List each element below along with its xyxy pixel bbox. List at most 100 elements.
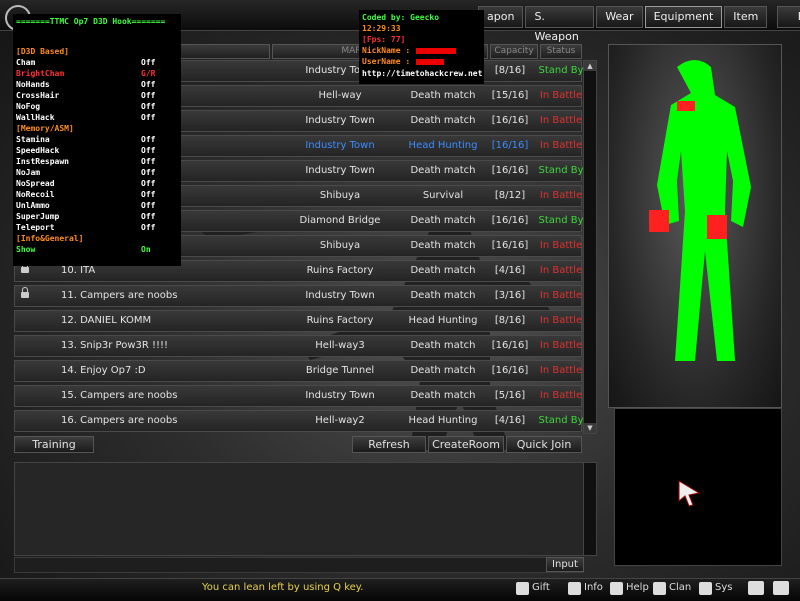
hack-credit: Coded by: Geecko — [362, 13, 440, 22]
nav-weapon[interactable]: apon — [478, 6, 524, 28]
room-name: 12. DANIEL KOMM — [61, 315, 152, 326]
help-icon — [610, 581, 623, 595]
create-room-button[interactable]: CreateRoom — [428, 436, 504, 453]
room-status: Stand By — [538, 215, 584, 226]
room-status: In Battle — [539, 240, 583, 251]
nav-equipment[interactable]: Equipment — [644, 6, 723, 28]
hack-option-label: SuperJump — [16, 212, 60, 221]
column-header-capacity[interactable]: Capacity — [490, 44, 538, 59]
hack-username: UserName : — [362, 57, 445, 66]
hack-nickname: NickName : — [362, 46, 457, 55]
hack-username-label: UserName : — [362, 57, 411, 66]
room-row[interactable]: 13. Snip3r Pow3R !!!! Hell-way3 Death matc… — [14, 335, 582, 357]
tip-text: You can lean left by using Q key. — [202, 582, 364, 593]
room-capacity: [8/16] — [494, 315, 526, 326]
input-button[interactable]: Input — [546, 557, 584, 572]
room-mode: Death match — [410, 240, 476, 251]
chat-scrollbar[interactable] — [583, 462, 597, 556]
hack-option-value: Off — [141, 223, 156, 232]
hack-option-label: InstRespawn — [16, 157, 69, 166]
training-button[interactable]: Training — [14, 436, 94, 453]
room-capacity: [16/16] — [491, 215, 529, 226]
hack-option-value: G/R — [141, 69, 156, 78]
hack-fps: [Fps: 77] — [362, 35, 406, 44]
nav-item[interactable]: Item — [724, 6, 768, 28]
gift-button[interactable]: Gift — [516, 580, 550, 596]
room-capacity: [16/16] — [491, 365, 529, 376]
room-mode: Death match — [410, 340, 476, 351]
quick-join-button[interactable]: Quick Join — [506, 436, 582, 453]
room-status: Stand By — [538, 415, 584, 426]
nav-wear[interactable]: Wear — [596, 6, 643, 28]
sys-icon — [699, 581, 712, 595]
hack-menu-title: =======TTMC Op7 D3D Hook======= — [16, 17, 166, 26]
room-capacity: [4/16] — [494, 415, 526, 426]
room-capacity: [8/16] — [494, 65, 526, 76]
room-row[interactable]: 16. Campers are noobs Hell-way2 Head Hunti… — [14, 410, 584, 432]
hack-option-label: [D3D Based] — [16, 47, 69, 56]
room-capacity: [16/16] — [491, 340, 529, 351]
hack-option-value: Off — [141, 135, 156, 144]
hack-option-label: WallHack — [16, 113, 55, 122]
hack-option-label: UnlAmmo — [16, 201, 50, 210]
scroll-up-icon[interactable]: ▲ — [584, 61, 596, 71]
room-row[interactable]: 15. Campers are noobs Industry Town Death … — [14, 385, 582, 407]
people-button[interactable] — [773, 580, 789, 596]
room-capacity: [3/16] — [494, 290, 526, 301]
room-mode: Death match — [410, 115, 476, 126]
lock-cell — [19, 286, 33, 306]
scroll-down-icon[interactable]: ▼ — [584, 423, 596, 433]
clan-icon — [653, 581, 666, 595]
hack-option-value: Off — [141, 113, 156, 122]
help-label: Help — [626, 582, 649, 593]
refresh-button[interactable]: Refresh — [352, 436, 426, 453]
room-status: In Battle — [539, 115, 583, 126]
exit-button[interactable]: Exit — [777, 6, 800, 28]
info-icon — [568, 581, 581, 595]
hack-option-value: Off — [141, 80, 156, 89]
hack-option-label: [Memory/ASM] — [16, 124, 74, 133]
chat-log — [14, 462, 584, 556]
room-mode: Death match — [410, 365, 476, 376]
room-capacity: [8/12] — [494, 190, 526, 201]
room-mode: Death match — [410, 390, 476, 401]
info-button[interactable]: Info — [568, 580, 603, 596]
hack-option-value: Off — [141, 102, 156, 111]
room-mode: Death match — [410, 90, 476, 101]
room-name: 13. Snip3r Pow3R !!!! — [61, 340, 169, 351]
hack-option-value: Off — [141, 58, 156, 67]
room-status: In Battle — [539, 390, 583, 401]
help-button[interactable]: Help — [610, 580, 649, 596]
messenger-button[interactable] — [748, 580, 764, 596]
room-row[interactable]: 12. DANIEL KOMM Ruins Factory Head Hunting… — [14, 310, 582, 332]
sys-button[interactable]: Sys — [699, 580, 732, 596]
nav-s-weapon[interactable]: S. Weapon — [525, 6, 595, 43]
room-list-scrollbar[interactable]: ▲ ▼ — [583, 60, 597, 434]
hack-option-value: Off — [141, 168, 156, 177]
room-mode: Head Hunting — [408, 140, 478, 151]
room-row[interactable]: 14. Enjoy Op7 :D Bridge Tunnel Death match… — [14, 360, 582, 382]
room-mode: Death match — [410, 290, 476, 301]
clan-label: Clan — [669, 582, 692, 593]
clan-button[interactable]: Clan — [653, 580, 691, 596]
hack-option-value: Off — [141, 157, 156, 166]
hack-option-value: Off — [141, 212, 156, 221]
room-mode: Death match — [410, 165, 476, 176]
hack-option-label: Cham — [16, 58, 36, 67]
hack-url: http://timetohackcrew.net — [362, 69, 483, 78]
room-status: In Battle — [539, 340, 583, 351]
room-row[interactable]: 11. Campers are noobs Industry Town Death … — [14, 285, 582, 307]
lock-icon — [21, 262, 29, 273]
room-capacity: [16/16] — [491, 140, 529, 151]
hack-nickname-label: NickName : — [362, 46, 411, 55]
lock-icon — [21, 287, 29, 298]
room-mode: Death match — [410, 265, 476, 276]
hack-menu: =======TTMC Op7 D3D Hook======= [D3D Bas… — [13, 14, 181, 266]
hack-clock: 12:29:33 — [362, 24, 401, 33]
chat-input[interactable] — [14, 557, 584, 573]
character-preview — [608, 44, 782, 408]
column-header-status[interactable]: Status — [540, 44, 582, 59]
hack-option-label: BrightCham — [16, 69, 65, 78]
people-icon — [773, 581, 789, 595]
room-mode: Head Hunting — [408, 415, 478, 426]
